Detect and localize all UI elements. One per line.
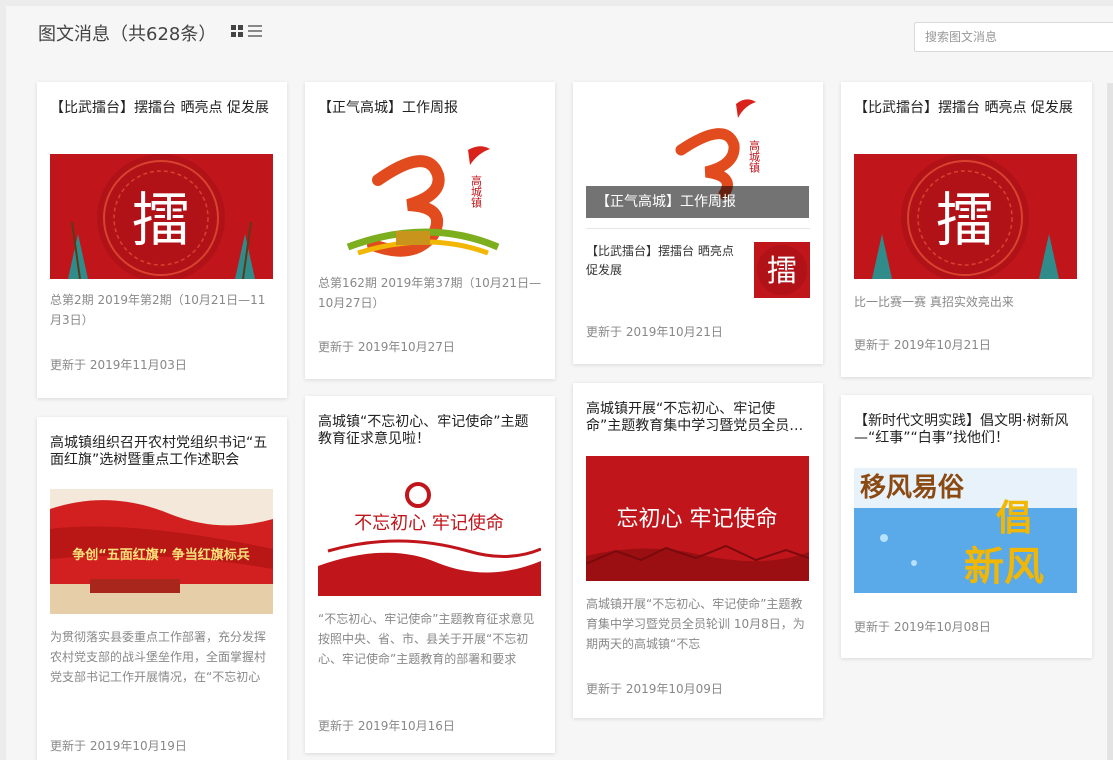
view-toggle: [231, 25, 262, 37]
card-desc: “不忘初心、牢记使命”主题教育征求意见按照中央、省、市、县关于开展“不忘初心、牢…: [318, 612, 535, 666]
card-title[interactable]: 【比武擂台】摆擂台 晒亮点 促发展: [854, 100, 1078, 117]
card-title[interactable]: 【比武擂台】摆擂台 晒亮点 促发展: [50, 100, 274, 117]
card-title[interactable]: 【新时代文明实践】倡文明·树新风—“红事”“白事”找他们！: [854, 413, 1078, 447]
article-card[interactable]: 高城镇“不忘初心、牢记使命”主题教育征求意见啦！ 不忘初心 牢记使命 “不忘初心…: [305, 396, 555, 753]
article-card[interactable]: 高城镇组织召开农村党组织书记“五面红旗”选树暨重点工作述职会 争创“五面红旗” …: [37, 417, 287, 760]
article-card[interactable]: 【比武擂台】摆擂台 晒亮点 促发展 擂 总第2期 2019年第2期（10月21日…: [37, 82, 287, 398]
logo-text: 高城镇: [470, 174, 483, 209]
card-desc: 总第2期 2019年第2期（10月21日—11月3日）: [50, 293, 266, 327]
cover-text: 移风易俗: [860, 473, 965, 503]
cover-text: 擂: [936, 186, 994, 254]
sub-article-title[interactable]: 【比武擂台】摆擂台 晒亮点 促发展: [586, 242, 744, 280]
card-desc: 总第162期 2019年第37期（10月21日—10月27日）: [318, 276, 542, 310]
article-card[interactable]: 高城镇开展“不忘初心、牢记使命”主题教育集中学习暨党员全员轮训 忘初心 牢记使命…: [573, 383, 823, 718]
card-date: 更新于 2019年10月21日: [586, 325, 723, 339]
cover-text: 不忘初心 牢记使命: [354, 513, 504, 534]
divider: [586, 228, 810, 229]
card-date: 更新于 2019年10月08日: [854, 620, 991, 634]
search-input[interactable]: [914, 22, 1113, 52]
card-date: 更新于 2019年10月16日: [318, 719, 455, 733]
card-date: 更新于 2019年11月03日: [50, 358, 187, 372]
list-view-icon[interactable]: [248, 25, 262, 37]
cover-text: 争创“五面红旗” 争当红旗标兵: [72, 547, 250, 563]
card-title[interactable]: 高城镇组织召开农村党组织书记“五面红旗”选树暨重点工作述职会: [50, 435, 274, 469]
article-card[interactable]: 【新时代文明实践】倡文明·树新风—“红事”“白事”找他们！ 移风易俗 倡 新风 …: [841, 395, 1092, 658]
scrollbar[interactable]: [1107, 83, 1113, 760]
cover-image: 移风易俗 倡 新风: [854, 468, 1077, 593]
sub-article-thumb: 擂: [754, 242, 810, 298]
cover-image: 擂: [50, 154, 273, 279]
grid-view-icon[interactable]: [231, 25, 243, 37]
card-desc: 比一比赛一赛 真招实效亮出来: [854, 295, 1014, 309]
card-desc: 为贯彻落实县委重点工作部署，充分发挥农村党支部的战斗堡垒作用，全面掌握村党支部书…: [50, 630, 267, 684]
cover-image: 擂: [854, 154, 1077, 279]
card-title[interactable]: 【正气高城】工作周报: [318, 100, 542, 117]
cover-image: 高城镇 【正气高城】工作周报: [586, 90, 809, 218]
cover-text: 擂: [767, 254, 797, 289]
sub-article[interactable]: 【比武擂台】摆擂台 晒亮点 促发展 擂: [586, 242, 810, 298]
card-date: 更新于 2019年10月09日: [586, 682, 723, 696]
multi-article-card[interactable]: 高城镇 【正气高城】工作周报 【比武擂台】摆擂台 晒亮点 促发展 擂 更新于 2…: [573, 82, 823, 364]
page-title: 图文消息（共628条）: [38, 24, 217, 45]
card-date: 更新于 2019年10月27日: [318, 340, 455, 354]
card-title[interactable]: 高城镇“不忘初心、牢记使命”主题教育征求意见啦！: [318, 414, 542, 448]
cover-text: 擂: [132, 186, 190, 254]
card-date: 更新于 2019年10月21日: [854, 338, 991, 352]
article-card[interactable]: 【正气高城】工作周报 高城镇 总第162期 2019年第37期（10月21日—1…: [305, 82, 555, 379]
article-card[interactable]: 【比武擂台】摆擂台 晒亮点 促发展 擂 比一比赛一赛 真招实效亮出来 更新于 2…: [841, 82, 1092, 377]
cover-image: 不忘初心 牢记使命: [318, 471, 541, 596]
logo-text: 高城镇: [748, 139, 761, 174]
cover-title[interactable]: 【正气高城】工作周报: [586, 186, 809, 218]
card-title[interactable]: 高城镇开展“不忘初心、牢记使命”主题教育集中学习暨党员全员轮训: [586, 401, 810, 435]
card-date: 更新于 2019年10月19日: [50, 739, 187, 753]
cover-image: 忘初心 牢记使命: [586, 456, 809, 581]
cover-text: 忘初心 牢记使命: [617, 507, 778, 532]
material-panel: 图文消息（共628条） 【比武擂台】摆擂台 晒亮点 促发展 擂 总第2期 201…: [6, 6, 1113, 760]
cover-text: 新风: [964, 543, 1044, 590]
cover-text: 倡: [996, 497, 1032, 539]
card-desc: 高城镇开展“不忘初心、牢记使命”主题教育集中学习暨党员全员轮训 10月8日，为期…: [586, 597, 805, 651]
cover-image: 高城镇: [318, 135, 541, 260]
cover-image: 争创“五面红旗” 争当红旗标兵: [50, 489, 273, 614]
